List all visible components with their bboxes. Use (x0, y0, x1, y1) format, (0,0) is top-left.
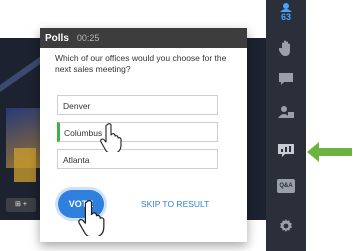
poll-title: Polls (45, 32, 69, 44)
video-area-right (246, 38, 266, 220)
poll-option-columbus[interactable]: Columbus (57, 122, 218, 142)
chat-icon (279, 73, 293, 85)
poll-header: Polls 00:25 (40, 28, 247, 48)
hand-cursor-icon (100, 123, 122, 152)
poll-question: Which of our offices would you choose fo… (55, 53, 227, 74)
skip-to-result-link[interactable]: SKIP TO RESULT (141, 199, 209, 209)
chat-button[interactable] (266, 72, 306, 86)
raise-hand-icon (279, 40, 290, 56)
video-graphic (0, 42, 42, 100)
attendees-count: 63 (280, 12, 291, 22)
camera-controls[interactable]: ⊞ + (6, 198, 36, 212)
poll-option-denver[interactable]: Denver (57, 95, 218, 115)
polls-icon (278, 144, 294, 157)
qa-icon: Q&A (277, 179, 295, 193)
qa-button[interactable]: Q&A (266, 179, 306, 193)
settings-icon (280, 219, 292, 232)
poll-timer: 00:25 (76, 33, 100, 43)
video-area: ⊞ + (0, 38, 42, 220)
right-toolbar: 63 Q&A (266, 0, 306, 251)
attendees-icon (280, 3, 292, 12)
qa-label: Q&A (279, 183, 293, 189)
poll-option-atlanta[interactable]: Atlanta (57, 149, 218, 169)
settings-button[interactable] (266, 218, 306, 234)
video-graphic (14, 148, 36, 182)
presenter-button[interactable] (266, 104, 306, 120)
polls-button[interactable] (266, 143, 306, 159)
poll-dialog: Polls 00:25 Which of our offices would y… (40, 28, 247, 242)
presenter-icon (278, 106, 294, 118)
hand-cursor-icon (78, 199, 105, 236)
attendees-button[interactable] (266, 2, 306, 12)
raise-hand-button[interactable] (266, 40, 306, 56)
poll-option-label: Denver (63, 101, 91, 111)
green-arrow-icon (307, 142, 352, 162)
poll-option-label: Atlanta (63, 155, 90, 165)
poll-option-label: Columbus (64, 128, 103, 138)
